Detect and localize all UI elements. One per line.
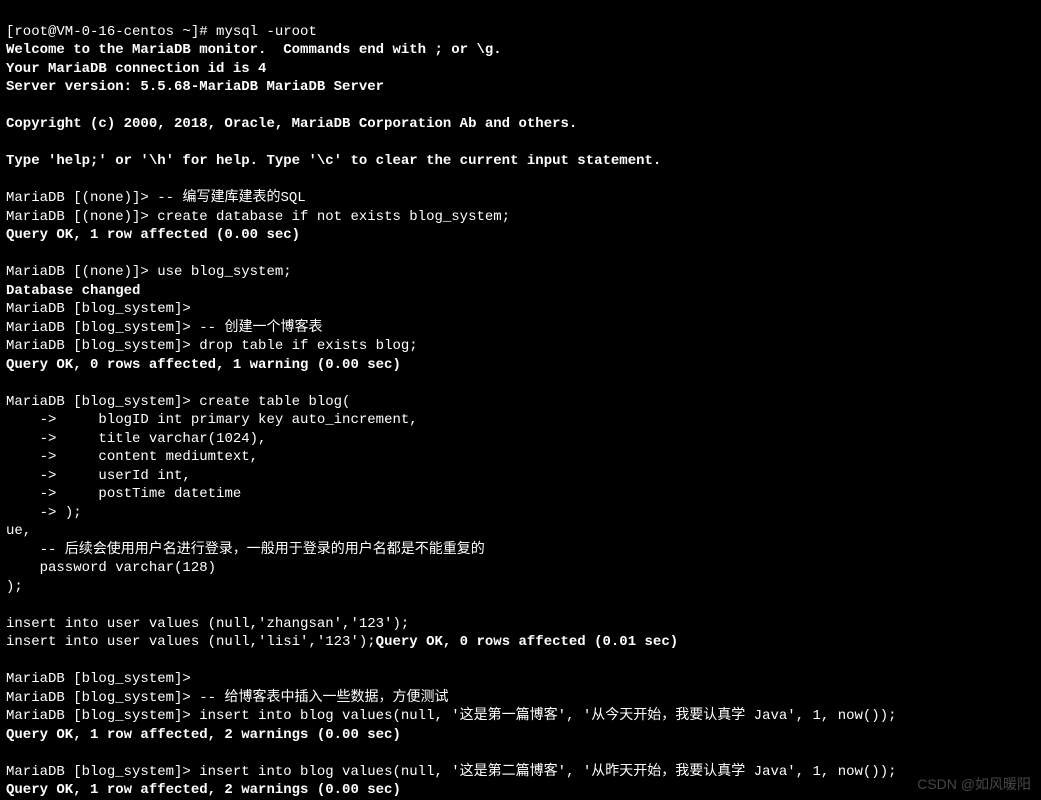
- sql-input[interactable]: title varchar(1024),: [98, 431, 266, 447]
- sql-input[interactable]: content mediumtext,: [98, 449, 258, 465]
- server-version-line: Server version: 5.5.68-MariaDB MariaDB S…: [6, 79, 384, 95]
- sql-input[interactable]: blogID int primary key auto_increment,: [98, 412, 417, 428]
- sql-cont-prompt: ->: [6, 468, 98, 484]
- sql-cont-prompt: ->: [6, 412, 98, 428]
- sql-input[interactable]: );: [65, 505, 82, 521]
- help-line: Type 'help;' or '\h' for help. Type '\c'…: [6, 153, 661, 169]
- query-result: Query OK, 1 row affected, 2 warnings (0.…: [6, 782, 401, 798]
- sql-fragment: -- 后续会使用用户名进行登录，一般用于登录的用户名都是不能重复的: [6, 542, 485, 558]
- sql-input[interactable]: postTime datetime: [98, 486, 241, 502]
- sql-input[interactable]: userId int,: [98, 468, 190, 484]
- sql-cont-prompt: ->: [6, 486, 98, 502]
- db-prompt: MariaDB [blog_system]>: [6, 708, 199, 724]
- db-prompt: MariaDB [(none)]>: [6, 264, 157, 280]
- sql-input[interactable]: -- 创建一个博客表: [199, 320, 322, 336]
- sql-input[interactable]: use blog_system;: [157, 264, 291, 280]
- db-prompt: MariaDB [blog_system]>: [6, 764, 199, 780]
- db-prompt: MariaDB [blog_system]>: [6, 338, 199, 354]
- query-result: Query OK, 1 row affected (0.00 sec): [6, 227, 300, 243]
- db-prompt: MariaDB [(none)]>: [6, 190, 157, 206]
- sql-fragment: );: [6, 579, 23, 595]
- sql-fragment: insert into user values (null,'lisi','12…: [6, 634, 376, 650]
- db-prompt: MariaDB [blog_system]>: [6, 301, 199, 317]
- shell-command[interactable]: mysql -uroot: [216, 24, 317, 40]
- sql-fragment: password varchar(128): [6, 560, 216, 576]
- sql-cont-prompt: ->: [6, 431, 98, 447]
- db-changed: Database changed: [6, 283, 140, 299]
- sql-fragment: insert into user values (null,'zhangsan'…: [6, 616, 409, 632]
- db-prompt: MariaDB [(none)]>: [6, 209, 157, 225]
- copyright-line: Copyright (c) 2000, 2018, Oracle, MariaD…: [6, 116, 577, 132]
- sql-input[interactable]: create table blog(: [199, 394, 350, 410]
- welcome-line: Welcome to the MariaDB monitor. Commands…: [6, 42, 502, 58]
- query-result: Query OK, 0 rows affected, 1 warning (0.…: [6, 357, 401, 373]
- sql-fragment: ue,: [6, 523, 31, 539]
- sql-input[interactable]: -- 给博客表中插入一些数据，方便测试: [199, 690, 448, 706]
- sql-input[interactable]: -- 编写建库建表的SQL: [157, 190, 305, 206]
- db-prompt: MariaDB [blog_system]>: [6, 320, 199, 336]
- db-prompt: MariaDB [blog_system]>: [6, 690, 199, 706]
- connection-id-line: Your MariaDB connection id is 4: [6, 61, 266, 77]
- sql-input[interactable]: insert into blog values(null, '这是第二篇博客',…: [199, 764, 896, 780]
- shell-prompt: [root@VM-0-16-centos ~]#: [6, 24, 216, 40]
- sql-input[interactable]: drop table if exists blog;: [199, 338, 417, 354]
- query-result: Query OK, 1 row affected, 2 warnings (0.…: [6, 727, 401, 743]
- sql-input[interactable]: create database if not exists blog_syste…: [157, 209, 510, 225]
- db-prompt: MariaDB [blog_system]>: [6, 671, 199, 687]
- query-result: Query OK, 0 rows affected (0.01 sec): [376, 634, 678, 650]
- sql-cont-prompt: ->: [6, 505, 65, 521]
- db-prompt: MariaDB [blog_system]>: [6, 394, 199, 410]
- sql-cont-prompt: ->: [6, 449, 98, 465]
- watermark: CSDN @如风暖阳: [917, 775, 1031, 794]
- sql-input[interactable]: insert into blog values(null, '这是第一篇博客',…: [199, 708, 896, 724]
